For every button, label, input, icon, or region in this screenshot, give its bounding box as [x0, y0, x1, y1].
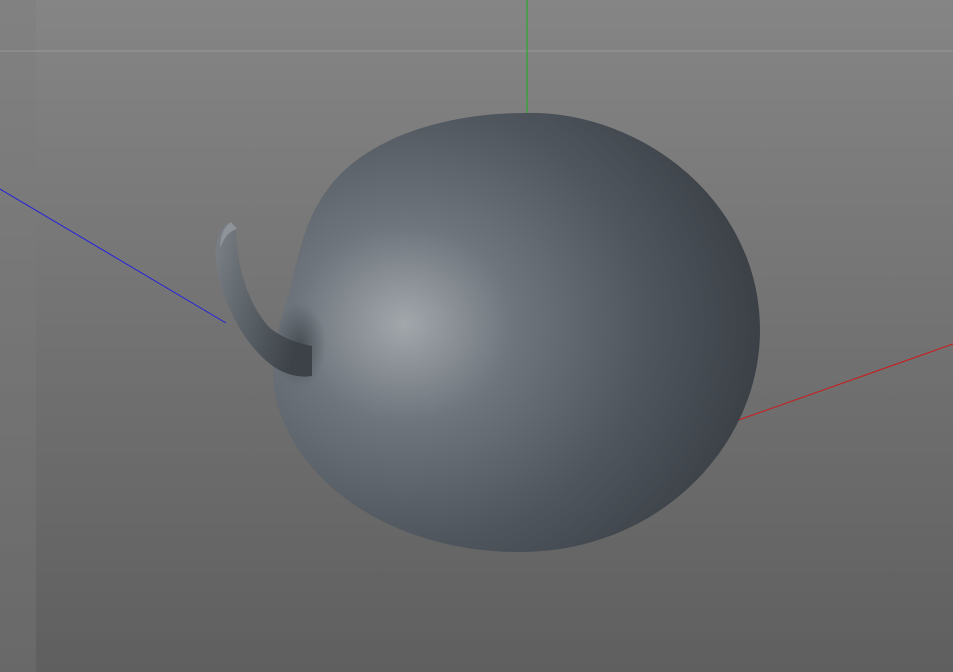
apple-body[interactable]	[273, 112, 760, 553]
left-panel-strip	[0, 0, 36, 672]
3d-viewport[interactable]	[0, 0, 953, 672]
